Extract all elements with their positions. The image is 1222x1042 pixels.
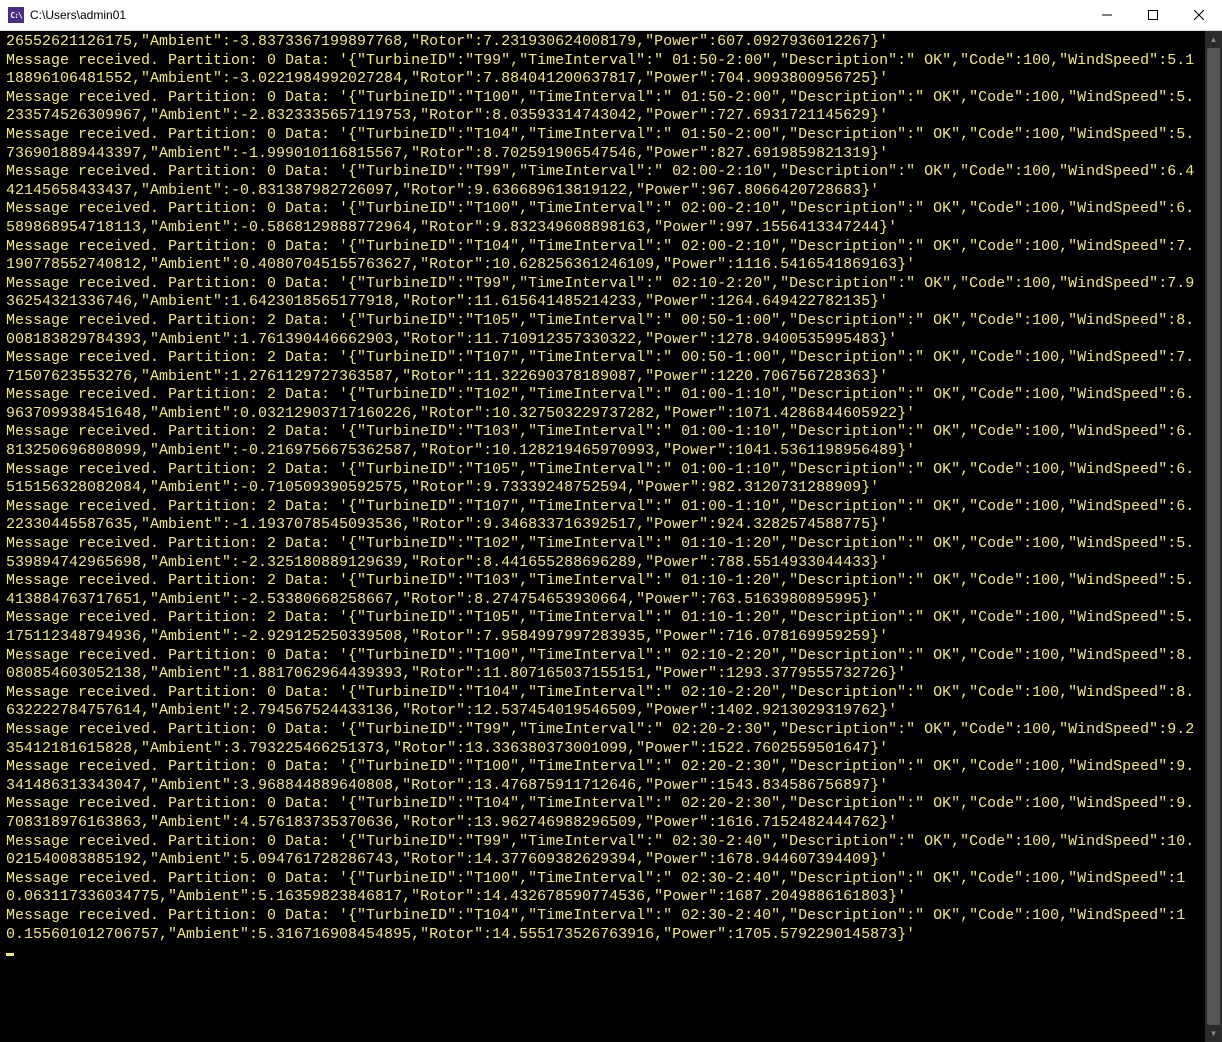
terminal-body: 26552621126175,"Ambient":-3.837336719989… [0, 31, 1222, 1042]
scroll-up-button[interactable]: ▲ [1205, 31, 1222, 48]
terminal-output[interactable]: 26552621126175,"Ambient":-3.837336719989… [0, 31, 1205, 1042]
window-title: C:\Users\admin01 [30, 8, 1084, 22]
terminal-window: C:\ C:\Users\admin01 26552621126175,"Amb… [0, 0, 1222, 1042]
close-button[interactable] [1176, 0, 1222, 30]
window-controls [1084, 0, 1222, 30]
scroll-down-button[interactable]: ▼ [1205, 1025, 1222, 1042]
maximize-button[interactable] [1130, 0, 1176, 30]
vertical-scrollbar[interactable]: ▲ ▼ [1205, 31, 1222, 1042]
cursor [6, 953, 14, 956]
app-icon: C:\ [8, 7, 24, 23]
minimize-button[interactable] [1084, 0, 1130, 30]
titlebar[interactable]: C:\ C:\Users\admin01 [0, 0, 1222, 31]
scroll-thumb[interactable] [1207, 48, 1220, 1025]
